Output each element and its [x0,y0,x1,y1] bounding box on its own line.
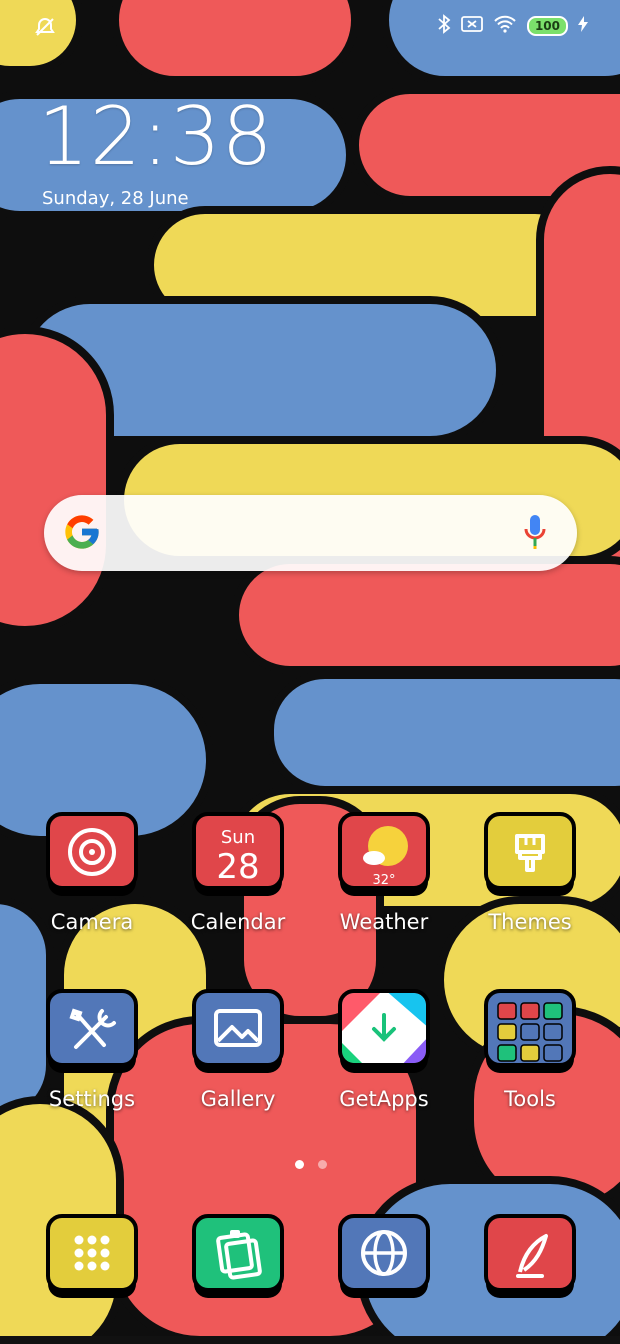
weather-temperature: 32° [372,873,395,888]
alarm-off-icon [34,17,56,42]
image-icon [192,989,284,1073]
google-icon [62,512,102,556]
feather-pen-icon [484,1214,576,1298]
app-themes[interactable]: Themes [470,812,590,942]
clock-date[interactable]: Sunday, 28 June [42,188,189,209]
paintbrush-icon [484,812,576,896]
camera-icon [46,812,138,896]
google-search-bar[interactable] [44,495,577,571]
page-indicator [295,1160,327,1169]
app-weather[interactable]: 32° Weather [324,812,444,942]
app-label: Calendar [190,910,286,934]
folder-icon [484,989,576,1073]
calendar-day-number: 28 [216,847,259,887]
dock-notes[interactable] [178,1214,298,1344]
microphone-icon[interactable] [523,513,547,555]
app-label: Camera [50,910,134,934]
wifi-icon [493,15,517,37]
calendar-day-name: Sun [221,827,255,848]
app-label: Weather [339,910,429,934]
dock-browser[interactable] [324,1214,444,1344]
clock-time[interactable]: 12:38 [38,90,274,183]
page-dot[interactable] [318,1160,327,1169]
tools-icon [46,989,138,1073]
weather-icon: 32° [338,812,430,896]
status-bar: 100 [0,0,620,56]
app-drawer-icon [46,1214,138,1298]
getapps-icon [338,989,430,1073]
no-sim-icon [461,15,483,37]
app-calendar[interactable]: Sun 28 Calendar [178,812,298,942]
calendar-icon: Sun 28 [192,812,284,896]
app-label: GetApps [339,1087,429,1111]
app-label: Gallery [200,1087,276,1111]
notes-icon [192,1214,284,1298]
dock-journal[interactable] [470,1214,590,1344]
app-folder-tools[interactable]: Tools [470,989,590,1119]
dock-app-drawer[interactable] [32,1214,152,1344]
page-dot-active[interactable] [295,1160,304,1169]
browser-globe-icon [338,1214,430,1298]
app-camera[interactable]: Camera [32,812,152,942]
app-settings[interactable]: Settings [32,989,152,1119]
app-getapps[interactable]: GetApps [324,989,444,1119]
app-label: Tools [504,1087,556,1111]
app-label: Themes [488,910,572,934]
app-label: Settings [48,1087,136,1111]
charging-icon [578,16,588,36]
bluetooth-icon [437,14,451,38]
app-gallery[interactable]: Gallery [178,989,298,1119]
battery-icon: 100 [526,16,568,36]
